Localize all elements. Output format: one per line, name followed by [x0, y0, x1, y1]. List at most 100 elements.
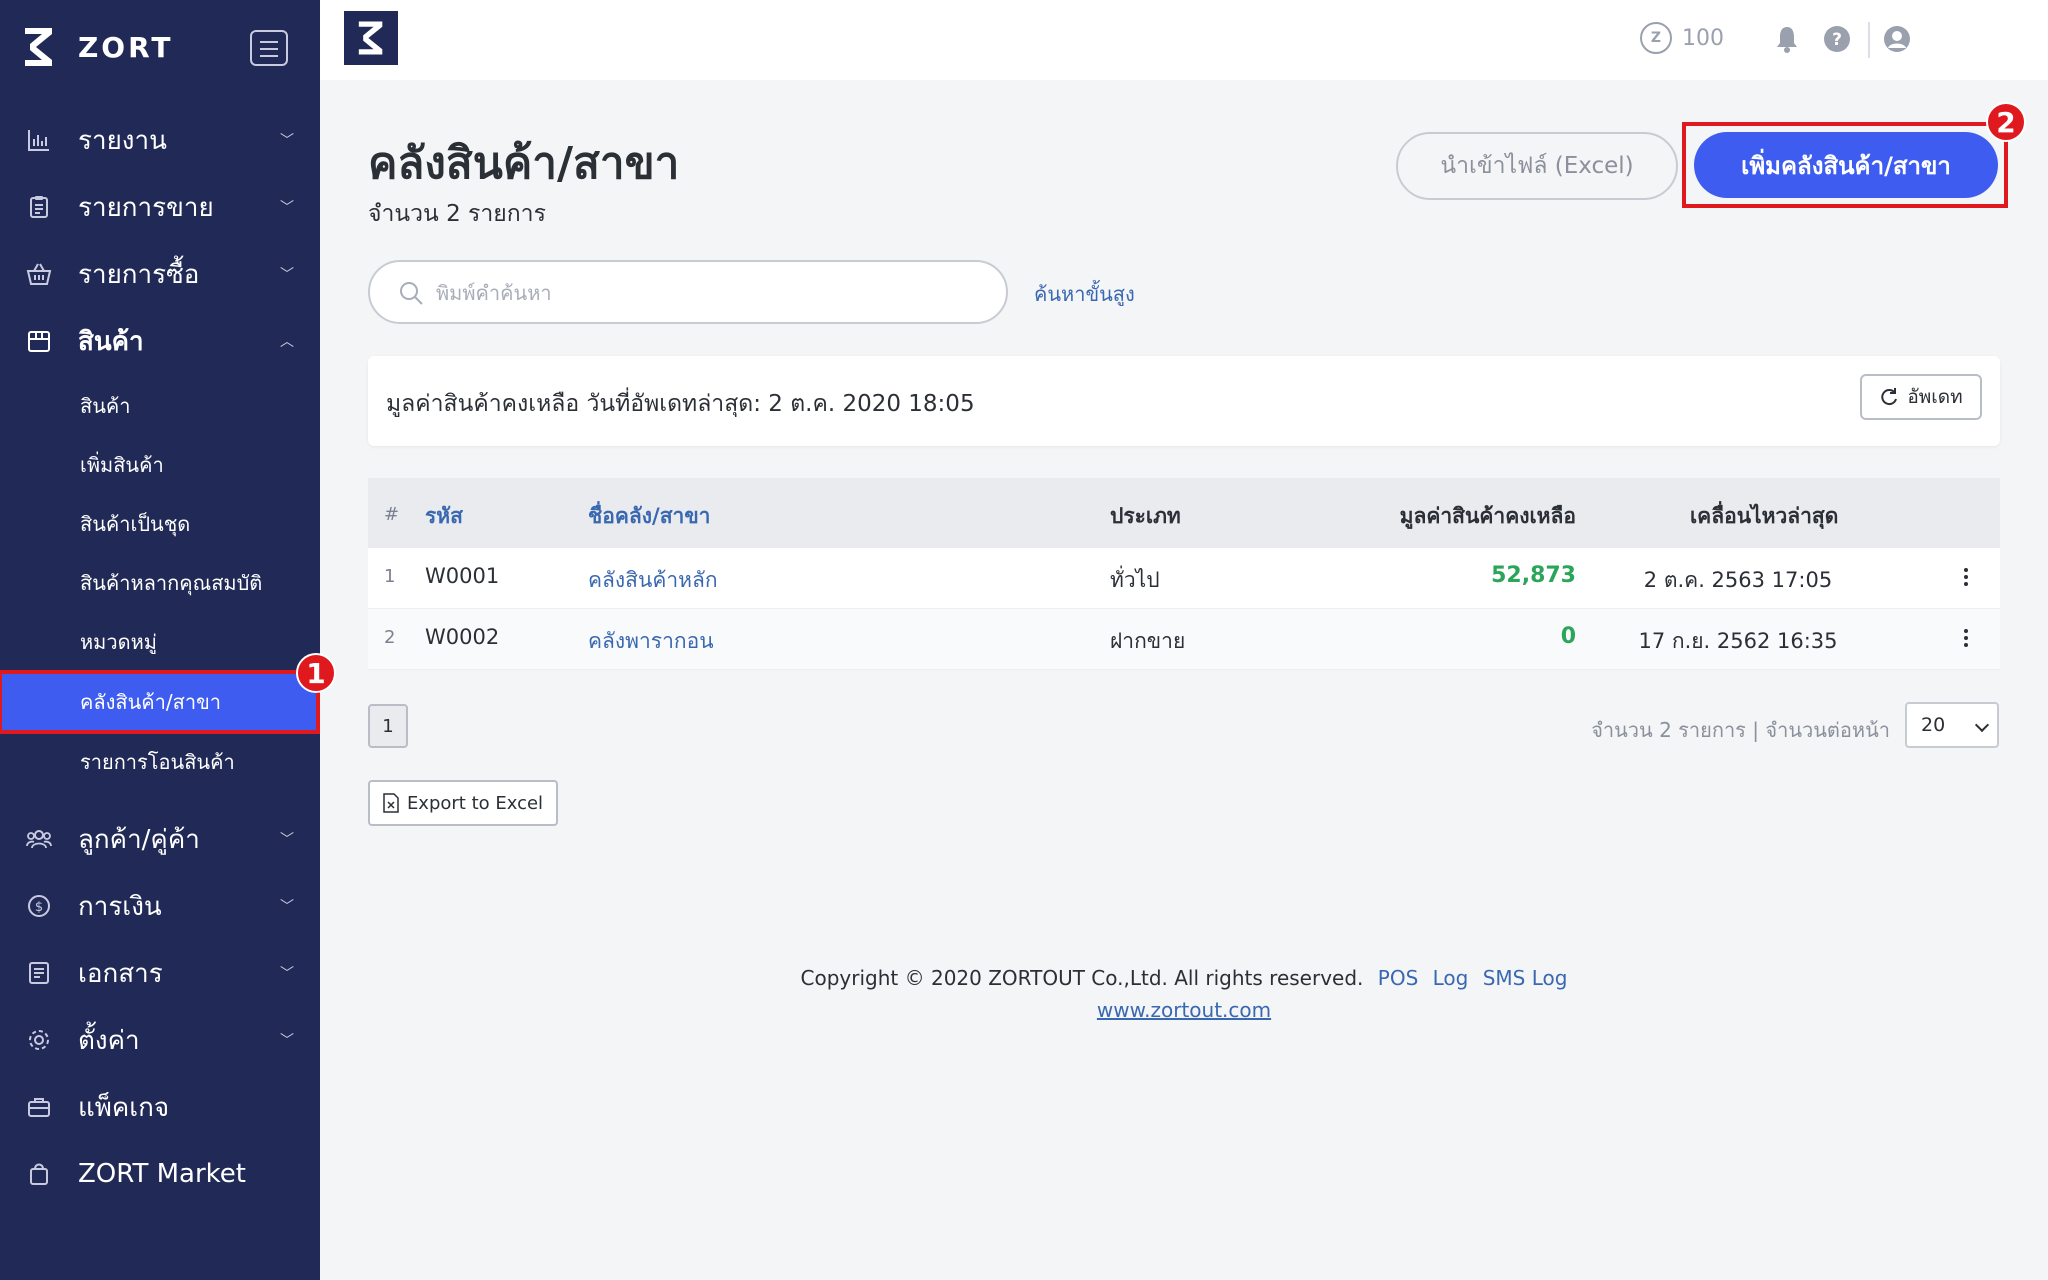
- submenu-item-warehouses[interactable]: คลังสินค้า/สาขา: [0, 670, 320, 734]
- chevron-down-icon: ﹀: [280, 832, 294, 848]
- chevron-up-icon: ︿: [280, 334, 294, 350]
- brand[interactable]: ZORT: [22, 24, 174, 70]
- warehouse-table: # รหัส ชื่อคลัง/สาขา ประเภท มูลค่าสินค้า…: [368, 478, 2000, 670]
- nav-item-contacts[interactable]: ลูกค้า/คู่ค้า ﹀: [0, 809, 320, 869]
- submenu-item-stock-transfers[interactable]: รายการโอนสินค้า: [0, 734, 320, 790]
- row-value: 0: [1560, 624, 1576, 649]
- row-name-link[interactable]: คลังพารากอน: [588, 625, 714, 658]
- header-value: มูลค่าสินค้าคงเหลือ: [1399, 504, 1576, 528]
- credit-balance[interactable]: Z 100: [1640, 22, 1724, 54]
- nav-item-zort-market[interactable]: ZORT Market: [0, 1144, 320, 1204]
- chevron-down-icon: ﹀: [280, 267, 294, 283]
- basket-icon: [26, 263, 52, 285]
- annotation-badge-1: 1: [296, 653, 336, 693]
- nav-item-documents[interactable]: เอกสาร ﹀: [0, 943, 320, 1003]
- gear-icon: [29, 1030, 49, 1050]
- dollar-icon: $: [28, 895, 50, 917]
- nav-item-reports[interactable]: รายงาน ﹀: [0, 110, 320, 170]
- nav-label: รายการขาย: [78, 192, 214, 223]
- nav-label: รายการซื้อ: [78, 259, 200, 290]
- page-title: คลังสินค้า/สาขา: [368, 138, 680, 189]
- row-type: ฝากขาย: [1110, 629, 1186, 653]
- more-options-icon[interactable]: [1956, 623, 1976, 653]
- chevron-down-icon: [1974, 717, 1990, 733]
- footer-link-log[interactable]: Log: [1433, 966, 1469, 990]
- row-num: 2: [384, 627, 396, 648]
- header-name[interactable]: ชื่อคลัง/สาขา: [588, 500, 710, 533]
- chevron-down-icon: ﹀: [280, 1033, 294, 1049]
- header-code[interactable]: รหัส: [425, 500, 463, 533]
- top-bar: Z 100 ?: [320, 0, 2048, 80]
- submenu-label: หมวดหมู่: [80, 630, 157, 654]
- nav-label: ลูกค้า/คู่ค้า: [78, 824, 200, 855]
- item-count: จำนวน 2 รายการ: [368, 201, 546, 227]
- svg-text:?: ?: [1832, 30, 1842, 50]
- nav-item-purchases[interactable]: รายการซื้อ ﹀: [0, 244, 320, 304]
- nav-item-settings[interactable]: ตั้งค่า ﹀: [0, 1010, 320, 1070]
- table-row: 1 W0001 คลังสินค้าหลัก ทั่วไป 52,873 2 ต…: [368, 548, 2000, 609]
- add-warehouse-button[interactable]: เพิ่มคลังสินค้า/สาขา: [1694, 132, 1998, 198]
- row-name-link[interactable]: คลังสินค้าหลัก: [588, 564, 718, 597]
- briefcase-icon: [28, 1098, 50, 1117]
- search-input[interactable]: [436, 276, 976, 310]
- stock-value-text: มูลค่าสินค้าคงเหลือ วันที่อัพเดทล่าสุด: …: [386, 391, 975, 417]
- menu-toggle-icon[interactable]: [250, 30, 288, 66]
- row-movement: 2 ต.ค. 2563 17:05: [1643, 568, 1833, 592]
- submenu-label: รายการโอนสินค้า: [80, 750, 235, 774]
- submenu-item-categories[interactable]: หมวดหมู่: [0, 614, 320, 670]
- per-page-select[interactable]: 20: [1905, 702, 1999, 748]
- submenu-label: เพิ่มสินค้า: [80, 453, 164, 477]
- website-link[interactable]: www.zortout.com: [1097, 998, 1271, 1022]
- divider: [1868, 22, 1870, 58]
- more-options-icon[interactable]: [1956, 562, 1976, 592]
- search-box[interactable]: [368, 260, 1008, 324]
- annotation-badge-2: 2: [1986, 102, 2026, 142]
- footer-line-1: Copyright © 2020 ZORTOUT Co.,Ltd. All ri…: [368, 962, 2000, 994]
- submenu-item-products[interactable]: สินค้า: [0, 378, 320, 434]
- box-icon: [28, 331, 50, 352]
- highlight-box: เพิ่มคลังสินค้า/สาขา: [1682, 122, 2008, 208]
- submenu-label: สินค้า: [80, 394, 131, 418]
- copyright-text: Copyright © 2020 ZORTOUT Co.,Ltd. All ri…: [800, 966, 1364, 990]
- nav-item-products[interactable]: สินค้า ︿: [0, 311, 320, 371]
- help-icon[interactable]: ?: [1822, 24, 1852, 54]
- submenu-label: สินค้าเป็นชุด: [80, 512, 191, 536]
- submenu-item-product-sets[interactable]: สินค้าเป็นชุด: [0, 496, 320, 552]
- brand-name: ZORT: [78, 30, 174, 64]
- coin-icon: Z: [1640, 22, 1672, 54]
- header-type: ประเภท: [1110, 504, 1181, 528]
- sidebar: ZORT รายงาน ﹀ รายการขาย ﹀ รายการซื้อ ﹀ ส…: [0, 0, 336, 1280]
- zort-logo-icon: [25, 28, 52, 66]
- footer-link-pos[interactable]: POS: [1378, 966, 1419, 990]
- stock-value-card: มูลค่าสินค้าคงเหลือ วันที่อัพเดทล่าสุด: …: [368, 356, 2000, 446]
- chevron-down-icon: ﹀: [280, 133, 294, 149]
- credit-amount: 100: [1682, 25, 1724, 51]
- document-icon: [29, 962, 49, 984]
- user-account-icon[interactable]: [1882, 24, 1912, 54]
- submenu-item-product-variants[interactable]: สินค้าหลากคุณสมบัติ: [0, 555, 320, 611]
- export-excel-button[interactable]: Export to Excel: [368, 780, 558, 826]
- app-logo[interactable]: [344, 11, 398, 65]
- table-row: 2 W0002 คลังพารากอน ฝากขาย 0 17 ก.ย. 256…: [368, 609, 2000, 670]
- nav-label: สินค้า: [78, 326, 144, 357]
- page-button-1[interactable]: 1: [368, 704, 408, 748]
- nav-label: ตั้งค่า: [78, 1025, 140, 1056]
- header-num: #: [384, 504, 400, 525]
- chevron-down-icon: ﹀: [280, 966, 294, 982]
- nav-item-sales[interactable]: รายการขาย ﹀: [0, 177, 320, 237]
- submenu-item-add-product[interactable]: เพิ่มสินค้า: [0, 437, 320, 493]
- bell-icon[interactable]: [1772, 24, 1802, 54]
- table-header: # รหัส ชื่อคลัง/สาขา ประเภท มูลค่าสินค้า…: [368, 478, 2000, 548]
- svg-text:$: $: [35, 900, 43, 915]
- footer-link-sms-log[interactable]: SMS Log: [1483, 966, 1568, 990]
- row-type: ทั่วไป: [1110, 568, 1160, 592]
- shopping-bag-icon: [30, 1163, 48, 1185]
- nav-item-package[interactable]: แพ็คเกจ: [0, 1077, 320, 1137]
- nav-item-finance[interactable]: $ การเงิน ﹀: [0, 876, 320, 936]
- zort-logo-icon: [358, 21, 383, 55]
- advanced-search-link[interactable]: ค้นหาขั้นสูง: [1034, 278, 1135, 310]
- import-excel-button[interactable]: นำเข้าไฟล์ (Excel): [1396, 132, 1678, 200]
- per-page-value: 20: [1921, 714, 1946, 736]
- update-button[interactable]: อัพเดท: [1860, 374, 1982, 420]
- pagination-info: จำนวน 2 รายการ | จำนวนต่อหน้า: [1591, 718, 1890, 742]
